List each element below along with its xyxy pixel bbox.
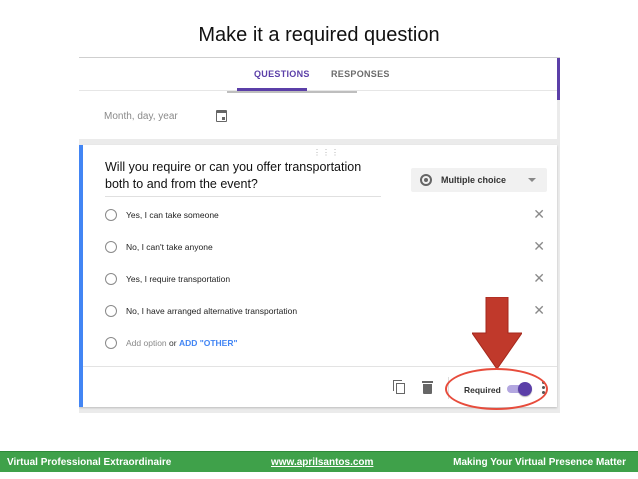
radio-icon xyxy=(105,337,117,349)
tab-responses[interactable]: RESPONSES xyxy=(331,69,390,79)
add-other-link[interactable]: ADD "OTHER" xyxy=(179,338,238,348)
footer-website-link[interactable]: www.aprilsantos.com xyxy=(271,457,373,468)
option-row[interactable]: Yes, I can take someone ✕ xyxy=(105,206,545,226)
form-theme-edge xyxy=(557,58,560,100)
or-text: or xyxy=(166,338,179,348)
question-title-field[interactable]: Will you require or can you offer transp… xyxy=(105,159,381,197)
remove-option-close-icon[interactable]: ✕ xyxy=(533,238,545,254)
slide-title: Make it a required question xyxy=(198,24,440,46)
option-row[interactable]: No, I can't take anyone ✕ xyxy=(105,238,545,258)
footer-tagline-left: Virtual Professional Extraordinaire xyxy=(7,457,172,468)
radio-button-icon xyxy=(420,174,432,186)
calendar-icon xyxy=(216,110,227,122)
previous-question-card[interactable]: Month, day, year xyxy=(79,91,557,139)
chevron-down-icon xyxy=(528,178,536,182)
option-label[interactable]: No, I can't take anyone xyxy=(126,242,213,252)
red-circle-annotation xyxy=(445,368,548,410)
radio-icon xyxy=(105,241,117,253)
drag-handle-icon[interactable]: ⋮⋮⋮ xyxy=(313,148,340,157)
add-option-text: Add option or ADD "OTHER" xyxy=(126,338,238,348)
question-type-label: Multiple choice xyxy=(441,175,507,185)
duplicate-icon[interactable] xyxy=(393,380,406,395)
option-label[interactable]: Yes, I can take someone xyxy=(126,210,219,220)
remove-option-close-icon[interactable]: ✕ xyxy=(533,302,545,318)
red-arrow-annotation xyxy=(472,297,522,369)
question-type-dropdown[interactable]: Multiple choice xyxy=(411,168,547,192)
footer-tagline-right: Making Your Virtual Presence Matter xyxy=(453,457,626,468)
trash-icon[interactable] xyxy=(422,381,433,394)
option-label[interactable]: No, I have arranged alternative transpor… xyxy=(126,306,297,316)
radio-icon xyxy=(105,209,117,221)
footer-bar: Virtual Professional Extraordinaire www.… xyxy=(0,451,638,472)
remove-option-close-icon[interactable]: ✕ xyxy=(533,206,545,222)
option-row[interactable]: Yes, I require transportation ✕ xyxy=(105,270,545,290)
previous-question-title-fragment xyxy=(227,85,357,93)
tab-questions[interactable]: QUESTIONS xyxy=(254,69,310,79)
radio-icon xyxy=(105,305,117,317)
add-option-link[interactable]: Add option xyxy=(126,338,167,348)
remove-option-close-icon[interactable]: ✕ xyxy=(533,270,545,286)
option-label[interactable]: Yes, I require transportation xyxy=(126,274,230,284)
radio-icon xyxy=(105,273,117,285)
date-answer-placeholder: Month, day, year xyxy=(104,111,178,122)
